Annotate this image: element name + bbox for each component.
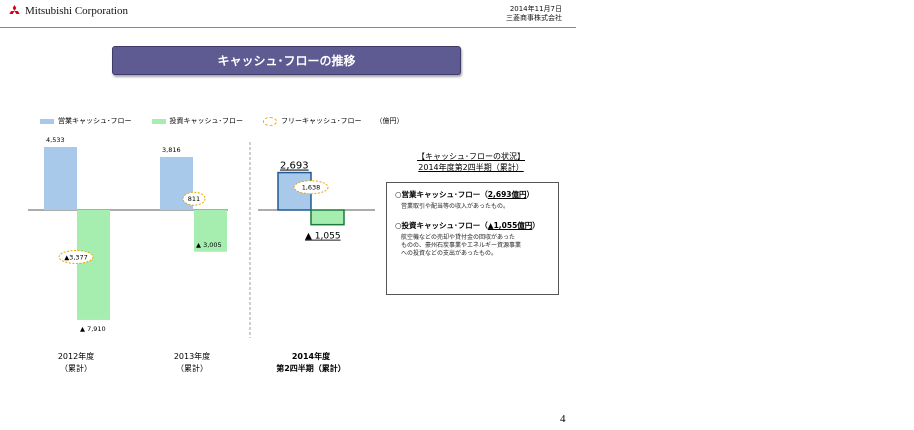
label-free-2: 1,638 — [302, 184, 321, 192]
legend-label-investing: 投資キャッシュ･フロー — [169, 117, 244, 125]
cash-flow-chart: 4,533 ▲ 7,910 ▲3,377 2012年度 （累計） 3,816 ▲ 3,005… — [28, 136, 375, 373]
info-section-investing: ○投資キャッシュ･フロー（▲1,055億円） 航空機などの売却や貸付金の回収があ… — [395, 220, 550, 258]
company-logo: Mitsubishi Corporation — [8, 5, 128, 17]
category-label-0-line2: （累計） — [60, 363, 92, 373]
info-heading-operating-suffix: ） — [526, 190, 535, 199]
bar-investing-2 — [310, 209, 345, 226]
info-body-operating: 営業取引や配当等の収入があったもの。 — [401, 203, 510, 210]
slide-title: キャッシュ･フローの推移 — [112, 46, 461, 75]
label-free-1: 811 — [188, 195, 200, 203]
label-investing-2: ▲ 1,055 — [305, 232, 341, 242]
label-operating-2: 2,693 — [280, 161, 309, 172]
info-heading-investing-prefix: ○投資キャッシュ･フロー（ — [395, 221, 488, 230]
category-label-1-line1: 2013年度 — [174, 351, 210, 361]
info-heading-investing: ○投資キャッシュ･フロー（▲1,055億円） — [395, 220, 550, 231]
legend-item-investing: 投資キャッシュ･フロー — [151, 116, 244, 126]
legend-swatch-free — [263, 116, 277, 126]
legend-swatch-investing — [151, 118, 166, 124]
legend-label-operating: 営業キャッシュ･フロー — [58, 117, 132, 125]
legend-swatch-operating — [40, 118, 54, 124]
header-company-jp: 三菱商事株式会社 — [506, 14, 562, 22]
header-divider — [0, 27, 576, 28]
category-label-1-line2: （累計） — [176, 363, 208, 373]
info-title-line2: 2014年度第2四半期（累計） — [418, 163, 524, 172]
legend-item-free: フリーキャッシュ･フロー — [263, 116, 362, 126]
info-heading-operating-value: 2,693億円 — [487, 190, 527, 199]
legend-unit: （億円） — [375, 117, 404, 125]
info-heading-operating-prefix: ○営業キャッシュ･フロー（ — [395, 190, 488, 199]
legend-item-operating: 営業キャッシュ･フロー — [40, 116, 132, 126]
label-investing-0: ▲ 7,910 — [80, 325, 106, 333]
bar-operating-0 — [44, 146, 77, 210]
header-info: 2014年11月7日 三菱商事株式会社 — [506, 5, 562, 23]
three-diamonds-logo-icon — [9, 5, 20, 14]
header-date: 2014年11月7日 — [509, 5, 562, 13]
label-operating-1: 3,816 — [162, 146, 181, 154]
label-operating-0: 4,533 — [46, 136, 65, 144]
info-section-operating: ○営業キャッシュ･フロー（2,693億円） 営業取引や配当等の収入があったもの。 — [395, 189, 550, 211]
slide: Mitsubishi Corporation 2014年11月7日 三菱商事株式… — [0, 0, 576, 430]
info-heading-operating: ○営業キャッシュ･フロー（2,693億円） — [395, 189, 550, 200]
category-label-2-line2: 第2四半期（累計） — [276, 363, 346, 373]
bar-investing-0 — [77, 210, 110, 320]
company-name: Mitsubishi Corporation — [25, 5, 128, 17]
info-heading-investing-suffix: ） — [532, 221, 540, 230]
info-title: 【キャッシュ･フローの状況】 2014年度第2四半期（累計） — [396, 151, 546, 173]
category-label-0-line1: 2012年度 — [58, 351, 94, 361]
page-number: 4 — [560, 413, 566, 425]
info-box: ○営業キャッシュ･フロー（2,693億円） 営業取引や配当等の収入があったもの。… — [386, 182, 559, 295]
info-heading-investing-value: ▲1,055億円 — [487, 221, 533, 230]
chart-legend: 営業キャッシュ･フロー 投資キャッシュ･フロー フリーキャッシュ･フロー （億円… — [40, 116, 404, 126]
info-title-line1: 【キャッシュ･フローの状況】 — [417, 152, 525, 161]
label-investing-1: ▲ 3,005 — [196, 241, 222, 249]
legend-label-free: フリーキャッシュ･フロー — [281, 117, 362, 125]
label-free-0: ▲3,377 — [64, 253, 88, 261]
category-label-2-line1: 2014年度 — [292, 351, 331, 361]
info-body-investing: 航空機などの売却や貸付金の回収があった ものの、豪州石炭事業やエネルギー資源事業… — [401, 234, 522, 257]
